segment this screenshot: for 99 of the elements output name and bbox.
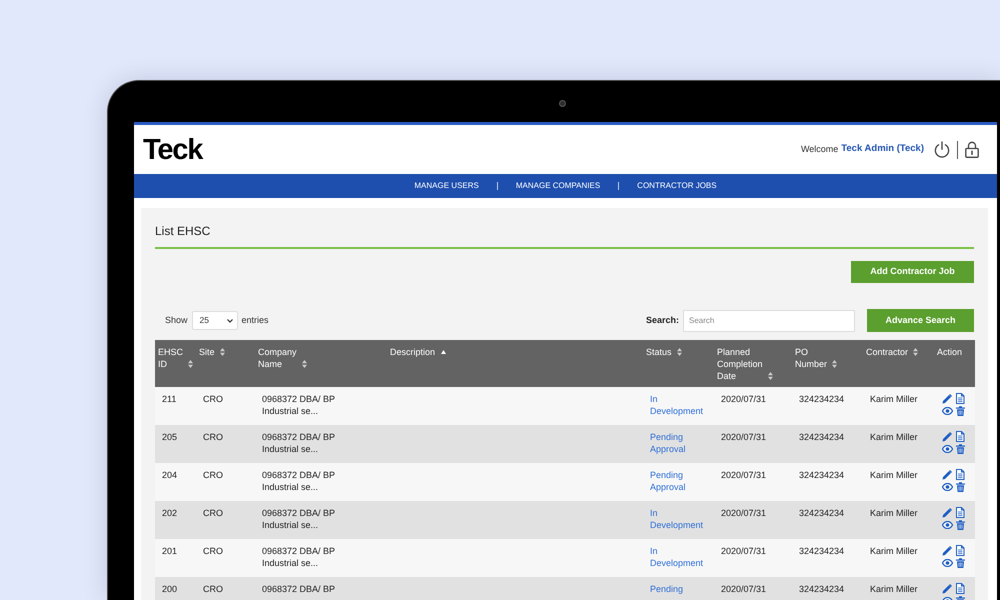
nav-link[interactable]: MANAGE COMPANIES xyxy=(516,180,600,192)
logo[interactable]: Teck xyxy=(143,134,202,164)
eye-icon[interactable] xyxy=(942,559,952,567)
company-name: 0968372 DBA/ BP Industrial se... xyxy=(262,545,336,569)
search-field[interactable]: Search xyxy=(683,310,855,332)
site-code: CRO xyxy=(203,469,224,481)
ehsc-id: 204 xyxy=(162,469,178,481)
column-header[interactable]: Status xyxy=(646,346,672,358)
eye-icon[interactable] xyxy=(942,521,952,529)
company-name: 0968372 DBA/ BP xyxy=(262,583,336,595)
column-header[interactable]: Planned Completion Date xyxy=(717,346,763,382)
ehsc-id: 205 xyxy=(162,431,178,443)
document-icon[interactable] xyxy=(955,583,965,594)
add-contractor-job-button[interactable]: Add Contractor Job xyxy=(851,261,974,283)
contractor-name: Karim Miller xyxy=(870,393,919,405)
document-icon[interactable] xyxy=(955,393,965,404)
column-header[interactable]: Company Name xyxy=(258,346,297,370)
company-name: 0968372 DBA/ BP Industrial se... xyxy=(262,431,336,455)
completion-date: 2020/07/31 xyxy=(721,431,768,443)
edit-pencil-icon[interactable] xyxy=(942,546,952,556)
po-number: 324234234 xyxy=(799,583,846,595)
status-link[interactable]: In Development xyxy=(650,507,710,531)
sort-icon[interactable] xyxy=(913,348,918,356)
edit-pencil-icon[interactable] xyxy=(942,508,952,518)
po-number: 324234234 xyxy=(799,507,846,519)
sort-icon[interactable] xyxy=(302,360,307,368)
nav-link[interactable]: CONTRACTOR JOBS xyxy=(637,180,717,192)
trash-icon[interactable] xyxy=(956,558,964,568)
po-number: 324234234 xyxy=(799,469,846,481)
eye-icon[interactable] xyxy=(942,445,952,453)
sort-icon[interactable] xyxy=(676,348,682,356)
search-label: Search: xyxy=(646,314,679,327)
user-link[interactable]: Teck Admin (Teck) xyxy=(841,142,924,157)
trash-icon[interactable] xyxy=(956,406,964,416)
show-label: Show xyxy=(165,314,188,327)
sort-icon[interactable] xyxy=(768,372,773,380)
welcome-text: Welcome xyxy=(800,142,838,156)
edit-pencil-icon[interactable] xyxy=(942,432,952,442)
completion-date: 2020/07/31 xyxy=(721,469,768,481)
site-code: CRO xyxy=(203,545,224,557)
contractor-name: Karim Miller xyxy=(870,469,919,481)
company-name: 0968372 DBA/ BP Industrial se... xyxy=(262,507,336,531)
contractor-name: Karim Miller xyxy=(870,507,919,519)
page-length-select[interactable]: 25 xyxy=(192,311,238,330)
sort-ascending-icon[interactable] xyxy=(441,350,446,354)
completion-date: 2020/07/31 xyxy=(721,393,768,405)
trash-icon[interactable] xyxy=(956,482,964,492)
column-header[interactable]: Description xyxy=(390,346,436,358)
edit-pencil-icon[interactable] xyxy=(942,470,952,480)
status-link[interactable]: Pending Approval xyxy=(650,469,710,493)
nav-link[interactable]: MANAGE USERS xyxy=(414,180,479,192)
sort-icon[interactable] xyxy=(220,348,225,356)
status-link[interactable]: In Development xyxy=(650,393,710,417)
edit-pencil-icon[interactable] xyxy=(942,394,952,404)
trash-icon[interactable] xyxy=(956,520,964,530)
completion-date: 2020/07/31 xyxy=(721,545,768,557)
column-header[interactable]: Contractor xyxy=(866,346,908,358)
lock-icon[interactable] xyxy=(965,141,979,158)
site-code: CRO xyxy=(203,393,224,405)
site-code: CRO xyxy=(203,507,224,519)
document-icon[interactable] xyxy=(955,545,965,556)
column-header[interactable]: EHSC ID xyxy=(158,346,184,370)
trash-icon[interactable] xyxy=(956,444,964,454)
ehsc-id: 211 xyxy=(162,393,178,405)
edit-pencil-icon[interactable] xyxy=(942,584,952,594)
contractor-name: Karim Miller xyxy=(870,431,919,443)
ehsc-id: 202 xyxy=(162,507,178,519)
column-header[interactable]: Site xyxy=(199,346,215,358)
column-header[interactable]: PO Number xyxy=(795,346,827,370)
company-name: 0968372 DBA/ BP Industrial se... xyxy=(262,469,336,493)
document-icon[interactable] xyxy=(955,507,965,518)
status-link[interactable]: Pending Approval xyxy=(650,431,710,455)
eye-icon[interactable] xyxy=(942,407,952,415)
ehsc-id: 201 xyxy=(162,545,178,557)
power-icon[interactable] xyxy=(934,141,950,158)
company-name: 0968372 DBA/ BP Industrial se... xyxy=(262,393,336,417)
site-code: CRO xyxy=(203,431,224,443)
completion-date: 2020/07/31 xyxy=(721,507,768,519)
advance-search-button[interactable]: Advance Search xyxy=(867,309,974,332)
po-number: 324234234 xyxy=(799,393,846,405)
site-code: CRO xyxy=(203,583,224,595)
contractor-name: Karim Miller xyxy=(870,583,919,595)
column-header[interactable]: Action xyxy=(937,346,962,358)
document-icon[interactable] xyxy=(955,431,965,442)
camera-icon xyxy=(559,100,566,107)
po-number: 324234234 xyxy=(799,431,846,443)
ehsc-id: 200 xyxy=(162,583,178,595)
status-link[interactable]: In Development xyxy=(650,545,710,569)
page-title: List EHSC xyxy=(155,224,212,238)
chevron-down-icon xyxy=(226,318,233,322)
entries-label: entries xyxy=(242,314,269,327)
completion-date: 2020/07/31 xyxy=(721,583,768,595)
po-number: 324234234 xyxy=(799,545,846,557)
document-icon[interactable] xyxy=(955,469,965,480)
contractor-name: Karim Miller xyxy=(870,545,919,557)
sort-icon[interactable] xyxy=(188,360,194,368)
sort-icon[interactable] xyxy=(832,360,837,368)
status-link[interactable]: Pending xyxy=(650,583,710,595)
eye-icon[interactable] xyxy=(942,483,952,491)
